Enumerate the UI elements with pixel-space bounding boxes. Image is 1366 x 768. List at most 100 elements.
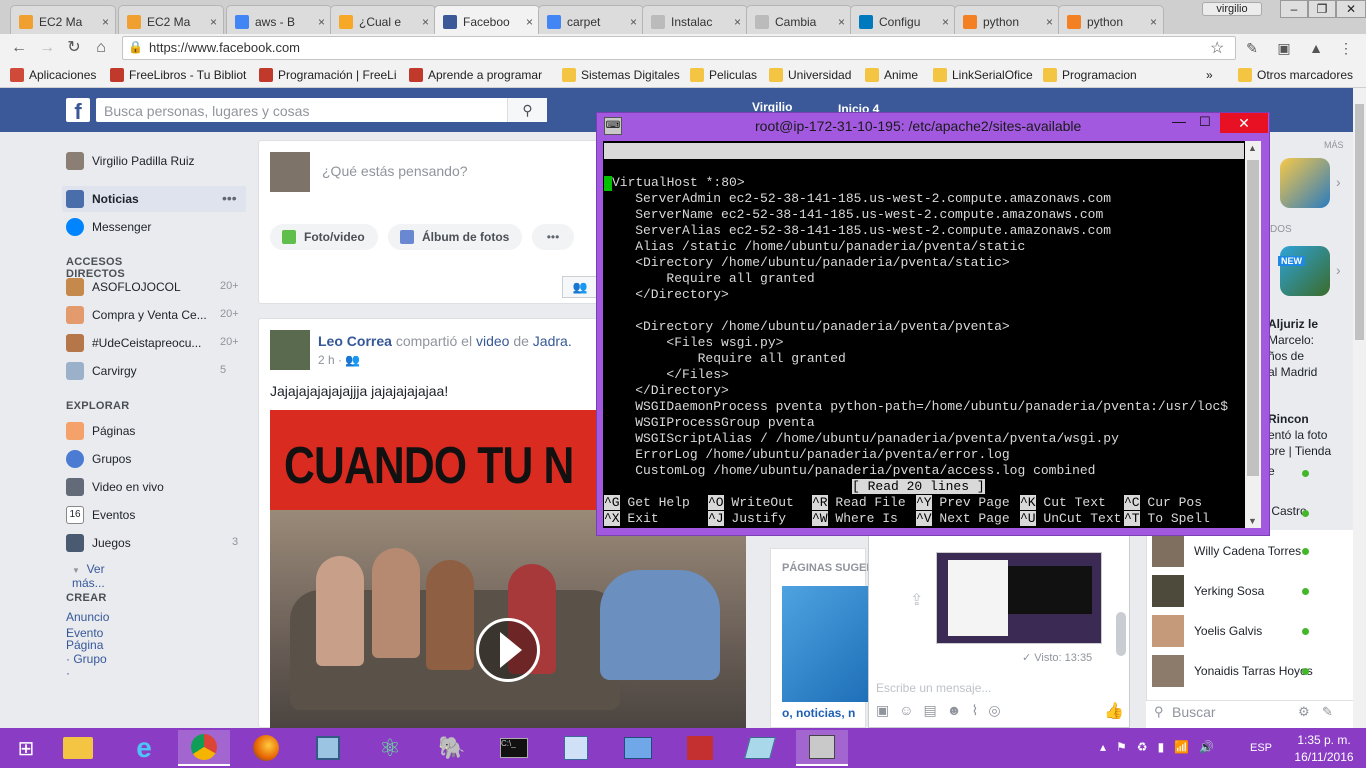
more-options-icon[interactable]: ••• [532, 224, 574, 250]
url-text[interactable]: https://www.facebook.com [149, 40, 300, 55]
sidebar-item-shortcut[interactable]: Carvirgy [66, 362, 137, 380]
page-scrollbar-thumb[interactable] [1355, 104, 1364, 340]
bookmark-item[interactable]: Programación | FreeLi [259, 68, 397, 82]
sidebar-item-explore[interactable]: 16 Eventos [66, 506, 135, 524]
battery-icon[interactable]: ▮ [1158, 740, 1175, 754]
gear-icon[interactable]: ⚙ [1298, 704, 1310, 720]
like-icon[interactable]: 👍 [1104, 701, 1124, 721]
bookmark-item[interactable]: Peliculas [690, 68, 757, 82]
close-icon[interactable]: × [734, 15, 741, 29]
camera-icon[interactable]: ◎ [988, 702, 1010, 718]
close-icon[interactable]: × [526, 15, 533, 29]
chat-search-placeholder[interactable]: Buscar [1172, 704, 1216, 720]
file-explorer-icon[interactable] [52, 730, 104, 766]
browser-tab[interactable]: carpet × [538, 5, 644, 34]
bookmark-item[interactable]: Anime [865, 68, 918, 82]
reload-icon[interactable]: ↻ [63, 38, 85, 58]
home-icon[interactable]: ⌂ [90, 38, 112, 58]
internet-explorer-icon[interactable]: e [118, 730, 170, 766]
clock-date[interactable]: 16/11/2016 [1292, 750, 1356, 764]
minimize-button[interactable]: – [1280, 0, 1308, 18]
browser-tab[interactable]: Cambia × [746, 5, 852, 34]
browser-tab[interactable]: Instalac × [642, 5, 748, 34]
post-avatar[interactable] [270, 330, 310, 370]
chevron-right-icon[interactable]: › [1336, 262, 1341, 278]
sidebar-item-shortcut[interactable]: #UdeCeistapreocu... [66, 334, 201, 352]
browser-tab[interactable]: aws - B × [226, 5, 332, 34]
notepad-icon[interactable] [550, 730, 602, 766]
close-icon[interactable]: × [1150, 15, 1157, 29]
close-icon[interactable]: × [210, 15, 217, 29]
post-source-link[interactable]: Jadra. [533, 333, 572, 349]
bookmark-item[interactable]: Aplicaciones [10, 68, 96, 82]
putty-close-button[interactable]: ✕ [1220, 113, 1268, 133]
close-icon[interactable]: × [1046, 15, 1053, 29]
message-input[interactable]: Escribe un mensaje... [876, 681, 991, 695]
forward-icon[interactable]: → [36, 38, 58, 58]
chat-contact[interactable]: Yonaidis Tarras Hoyos [1152, 654, 1313, 688]
close-icon[interactable]: × [422, 15, 429, 29]
create-links[interactable]: Anuncio · Página · Grupo · [66, 610, 109, 680]
clock-time[interactable]: 1:35 p. m. [1292, 733, 1356, 747]
sticker-icon[interactable]: ☺ [899, 702, 923, 718]
filezilla-icon[interactable] [674, 730, 726, 766]
chat-contact[interactable]: Yoelis Galvis [1152, 614, 1262, 648]
photo-video-button[interactable]: Foto/video [270, 224, 378, 250]
suggested-page-image[interactable] [782, 586, 868, 702]
back-icon[interactable]: ← [8, 38, 30, 58]
putty-maximize-button[interactable]: ☐ [1194, 114, 1216, 132]
chevron-up-icon[interactable]: ▴ [1100, 740, 1116, 754]
volume-icon[interactable]: 🔊 [1199, 740, 1224, 754]
suggested-page-caption[interactable]: o, noticias, n [782, 706, 855, 720]
share-icon[interactable]: ⇪ [910, 590, 923, 610]
chevron-right-icon[interactable]: › [1336, 174, 1341, 190]
signal-icon[interactable]: 📶 [1174, 740, 1199, 754]
composer-input[interactable]: ¿Qué estás pensando? [322, 163, 468, 179]
facebook-logo-icon[interactable]: f [66, 98, 90, 124]
profile-badge[interactable]: virgilio [1202, 2, 1262, 16]
photo-icon[interactable]: ▣ [876, 702, 899, 718]
create-event-link[interactable]: Evento [66, 626, 103, 640]
sidebar-item-explore[interactable]: Grupos [66, 450, 131, 468]
sidebar-item-shortcut[interactable]: ASOFLOJOCOL [66, 278, 181, 296]
close-button[interactable]: ✕ [1336, 0, 1366, 18]
more-link[interactable]: MÁS [1324, 140, 1344, 150]
post-author-link[interactable]: Leo Correa [318, 333, 392, 349]
firefox-icon[interactable] [240, 730, 292, 766]
putty-taskbar-icon[interactable] [796, 730, 848, 766]
sidebar-item-explore[interactable]: Páginas [66, 422, 135, 440]
bookmark-item[interactable]: LinkSerialOfice [933, 68, 1033, 82]
windows-start-icon[interactable]: ⊞ [0, 730, 52, 766]
browser-tab[interactable]: python × [1058, 5, 1164, 34]
browser-tab[interactable]: EC2 Ma × [118, 5, 224, 34]
emoji-icon[interactable]: ☻ [947, 702, 972, 718]
chat-contact[interactable]: Yerking Sosa [1152, 574, 1264, 608]
cmd-icon[interactable]: C:\_ [488, 730, 540, 766]
compose-icon[interactable]: ✎ [1322, 704, 1333, 720]
scroll-down-icon[interactable]: ▼ [1248, 516, 1257, 526]
drive-icon[interactable]: ▲ [1306, 38, 1326, 58]
atom-icon[interactable]: ⚛ [364, 730, 416, 766]
browser-tab[interactable]: Configu × [850, 5, 956, 34]
sidebar-item-explore[interactable]: Video en vivo [66, 478, 164, 496]
sidebar-item-shortcut[interactable]: Compra y Venta Ce... [66, 306, 207, 324]
bookmark-item[interactable]: Otros marcadores [1238, 68, 1353, 82]
chrome-icon[interactable] [178, 730, 230, 766]
game-thumbnail[interactable] [1280, 246, 1330, 296]
maximize-button[interactable]: ❐ [1308, 0, 1336, 18]
close-icon[interactable]: × [838, 15, 845, 29]
audience-icon[interactable]: 👥 [562, 276, 598, 298]
close-icon[interactable]: × [942, 15, 949, 29]
close-icon[interactable]: × [102, 15, 109, 29]
recycle-icon[interactable]: ♻ [1137, 740, 1158, 754]
chat-scrollbar[interactable] [1116, 612, 1126, 656]
bookmark-item[interactable]: Universidad [769, 68, 851, 82]
virtualbox-icon[interactable] [302, 730, 354, 766]
sidebar-item-noticias[interactable]: Noticias [66, 190, 139, 208]
see-more-link[interactable]: ▼ Ver más... [72, 562, 105, 590]
attach-icon[interactable]: ⌇ [972, 702, 989, 718]
post-video-link[interactable]: video [476, 333, 509, 349]
bookmark-item[interactable]: FreeLibros - Tu Bibliot [110, 68, 246, 82]
language-indicator[interactable]: ESP [1250, 742, 1272, 754]
post-timestamp[interactable]: 2 h · 👥 [318, 353, 360, 367]
